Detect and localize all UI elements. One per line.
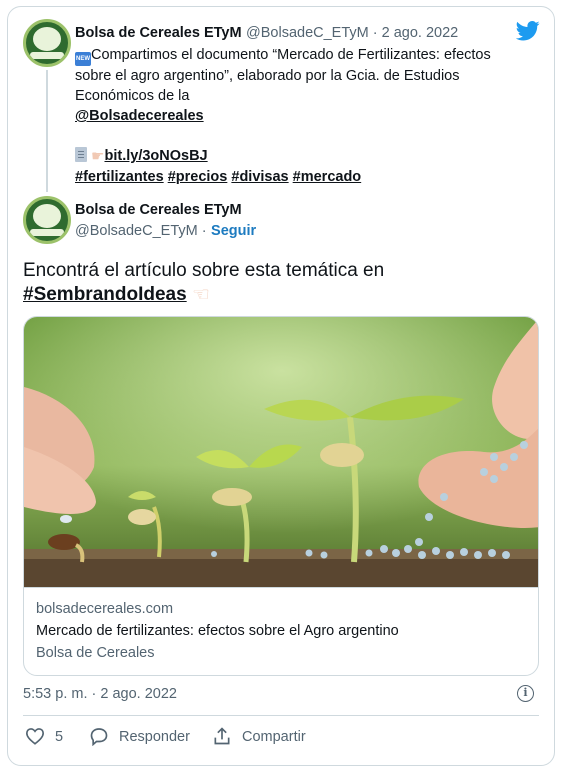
share-icon[interactable] bbox=[212, 726, 232, 746]
link-card-meta: bolsadecereales.com Mercado de fertiliza… bbox=[24, 587, 538, 675]
document-icon bbox=[75, 147, 87, 162]
tweet2-text: Encontrá el artículo sobre esta temática… bbox=[23, 260, 385, 281]
tweet2-hashtag-row: #SembrandoIdeas ☜ bbox=[23, 282, 210, 308]
seedlings-photo bbox=[24, 317, 538, 587]
short-link[interactable]: bit.ly/3oNOsBJ bbox=[104, 148, 207, 164]
link-card[interactable]: bolsadecereales.com Mercado de fertiliza… bbox=[23, 316, 539, 676]
heart-icon[interactable] bbox=[25, 727, 45, 745]
pointing-hand-icon: ☛ bbox=[91, 148, 105, 165]
hashtag-fertilizantes[interactable]: #fertilizantes bbox=[75, 169, 164, 185]
new-badge-icon: NEW bbox=[75, 52, 91, 66]
timestamp[interactable]: 5:53 p. m. · 2 ago. 2022 bbox=[23, 686, 177, 702]
hashtag-sembrandoideas[interactable]: #SembrandoIdeas bbox=[23, 284, 187, 305]
avatar[interactable] bbox=[23, 196, 71, 244]
tweet1-line3: Económicos de la bbox=[75, 88, 190, 104]
card-title: Mercado de fertilizantes: efectos sobre … bbox=[36, 623, 399, 639]
tweet1-line1: Compartimos el documento “Mercado de Fer… bbox=[91, 47, 491, 63]
author-name[interactable]: Bolsa de Cereales ETyM bbox=[75, 202, 242, 218]
tweet2-handle-row: @BolsadeC_ETyM · Seguir bbox=[75, 222, 256, 240]
pointing-hand-icon: ☜ bbox=[191, 284, 210, 306]
share-button[interactable]: Compartir bbox=[242, 729, 306, 745]
hashtag-precios[interactable]: #precios bbox=[168, 169, 228, 185]
handle-date[interactable]: @BolsadeC_ETyM · 2 ago. 2022 bbox=[246, 25, 458, 41]
info-icon[interactable]: i bbox=[517, 685, 534, 702]
card-source: Bolsa de Cereales bbox=[36, 645, 155, 661]
handle[interactable]: @BolsadeC_ETyM · bbox=[75, 223, 207, 239]
twitter-bird-icon[interactable] bbox=[516, 20, 540, 42]
like-count[interactable]: 5 bbox=[55, 729, 63, 745]
follow-button[interactable]: Seguir bbox=[211, 223, 256, 239]
avatar[interactable] bbox=[23, 19, 71, 67]
divider bbox=[23, 715, 539, 716]
thread-line bbox=[46, 70, 48, 192]
hashtag-mercado[interactable]: #mercado bbox=[293, 169, 362, 185]
reply-button[interactable]: Responder bbox=[119, 729, 190, 745]
card-domain: bolsadecereales.com bbox=[36, 601, 174, 617]
tweet1-line2: sobre el agro argentino”, elaborado por … bbox=[75, 68, 460, 84]
mention-link[interactable]: @Bolsadecereales bbox=[75, 108, 204, 124]
reply-icon[interactable] bbox=[89, 727, 109, 746]
author-name[interactable]: Bolsa de Cereales ETyM bbox=[75, 25, 242, 41]
tweet1-text: NEWCompartimos el documento “Mercado de … bbox=[75, 45, 525, 187]
tweet1-header: Bolsa de Cereales ETyM @BolsadeC_ETyM · … bbox=[75, 24, 458, 42]
hashtag-divisas[interactable]: #divisas bbox=[231, 169, 288, 185]
